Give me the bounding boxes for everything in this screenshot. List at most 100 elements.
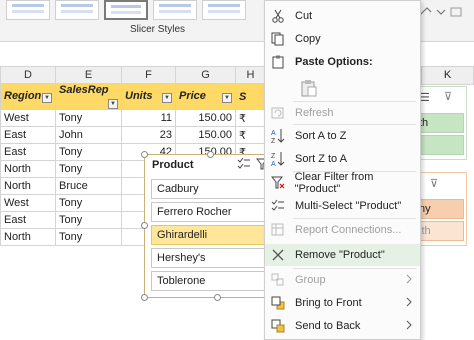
cell[interactable]: East: [0, 126, 56, 144]
column-header-d[interactable]: D: [0, 66, 56, 84]
green-slicer-item[interactable]: [414, 135, 464, 155]
menu-item-multi-select[interactable]: Multi-Select "Product": [265, 195, 420, 217]
sort-ascending-icon: AZ: [265, 128, 291, 144]
column-header-e[interactable]: E: [55, 66, 122, 84]
resize-handle[interactable]: [207, 151, 214, 158]
multi-select-icon[interactable]: [237, 158, 251, 170]
cell[interactable]: North: [0, 177, 56, 195]
svg-text:A: A: [271, 130, 276, 137]
menu-item-bring-to-front[interactable]: Bring to Front: [265, 292, 420, 314]
svg-text:A: A: [271, 161, 276, 167]
header-units[interactable]: Units ▼: [121, 83, 176, 110]
cell[interactable]: East: [0, 211, 56, 229]
cell[interactable]: East: [0, 143, 56, 161]
menu-item-paste-options: Paste Options:: [265, 51, 420, 73]
slicer-item[interactable]: Toblerone: [151, 271, 269, 291]
slicer-item[interactable]: Ferrero Rocher: [151, 202, 269, 222]
column-header-f[interactable]: F: [121, 66, 176, 84]
table-row: West Tony 11 150.00 ₹: [0, 109, 266, 127]
column-header-g[interactable]: G: [175, 66, 236, 84]
slicer-style-swatch-selected[interactable]: [104, 0, 148, 20]
cell[interactable]: Tony: [55, 160, 122, 178]
bring-to-front-icon: [265, 296, 291, 310]
clear-filter-icon[interactable]: ⊽: [430, 177, 438, 190]
sort-descending-icon: ZA: [265, 151, 291, 167]
menu-item-send-to-back[interactable]: Send to Back: [265, 315, 420, 337]
menu-item-cut[interactable]: Cut: [265, 5, 420, 27]
scissors-icon: [265, 9, 291, 23]
cell[interactable]: ₹: [235, 109, 266, 127]
filter-dropdown-icon[interactable]: ▼: [108, 99, 118, 109]
cell[interactable]: 150.00: [175, 109, 236, 127]
menu-item-sort-z-a[interactable]: ZA Sort Z to A: [265, 148, 420, 170]
paste-option-icon[interactable]: [301, 79, 317, 97]
slicer-style-swatch[interactable]: [153, 0, 197, 20]
orange-slicer-item[interactable]: ith: [414, 221, 464, 241]
menu-item-refresh[interactable]: Refresh: [265, 102, 420, 124]
resize-handle[interactable]: [214, 294, 221, 301]
svg-text:Z: Z: [271, 138, 276, 144]
slicer-item[interactable]: Hershey's: [151, 248, 269, 268]
filter-dropdown-icon[interactable]: ▼: [42, 93, 52, 103]
cell[interactable]: Tony: [55, 109, 122, 127]
ribbon-right-controls[interactable]: [415, 4, 465, 20]
slicer-item-selected[interactable]: Ghirardelli: [151, 225, 269, 245]
column-header-h[interactable]: H: [235, 66, 266, 84]
slicer-style-swatch[interactable]: [6, 0, 50, 20]
cell[interactable]: 11: [121, 109, 176, 127]
orange-slicer-item[interactable]: ny: [414, 199, 464, 219]
menu-item-clear-filter[interactable]: Clear Filter from "Product": [265, 171, 420, 195]
submenu-arrow-icon: [406, 297, 412, 307]
cell[interactable]: Tony: [55, 143, 122, 161]
cell[interactable]: North: [0, 228, 56, 246]
menu-item-group[interactable]: Group: [265, 269, 420, 291]
cell[interactable]: West: [0, 194, 56, 212]
paste-icon: [265, 55, 291, 69]
cell[interactable]: Tony: [55, 228, 122, 246]
product-slicer[interactable]: Product Cadbury Ferrero Rocher Ghirardel…: [144, 154, 276, 298]
cell[interactable]: West: [0, 109, 56, 127]
header-label: SalesRep: [59, 84, 109, 97]
clear-filter-icon[interactable]: ⊽: [444, 90, 452, 103]
menu-item-remove[interactable]: Remove "Product": [265, 244, 420, 266]
svg-text:Z: Z: [271, 153, 276, 160]
cell[interactable]: 23: [121, 126, 176, 144]
menu-item-label: Copy: [295, 33, 321, 45]
cell[interactable]: ₹: [235, 126, 266, 144]
refresh-icon: [265, 106, 291, 120]
menu-item-label: Report Connections...: [295, 224, 402, 236]
menu-item-report-connections[interactable]: Report Connections...: [265, 219, 420, 241]
cell[interactable]: Tony: [55, 211, 122, 229]
slicer-style-swatch[interactable]: [55, 0, 99, 20]
resize-handle[interactable]: [141, 222, 148, 229]
slicer-style-swatch[interactable]: [202, 0, 246, 20]
header-label: Units: [125, 90, 153, 102]
menu-item-label: Group: [295, 274, 326, 286]
column-header-k[interactable]: K: [421, 66, 474, 85]
header-salesrep[interactable]: SalesRep ▼: [55, 83, 122, 110]
slicer-item[interactable]: Cadbury: [151, 179, 269, 199]
header-region[interactable]: Region ▼: [0, 83, 56, 110]
cell[interactable]: 150.00: [175, 126, 236, 144]
menu-item-sort-a-z[interactable]: AZ Sort A to Z: [265, 125, 420, 147]
menu-item-copy[interactable]: Copy: [265, 28, 420, 50]
filter-dropdown-icon[interactable]: ▼: [162, 93, 172, 103]
menu-item-label: Refresh: [295, 107, 334, 119]
remove-x-icon: [265, 248, 291, 262]
cell[interactable]: North: [0, 160, 56, 178]
cell[interactable]: Bruce: [55, 177, 122, 195]
header-sales[interactable]: S: [235, 83, 266, 110]
resize-handle[interactable]: [141, 151, 148, 158]
multi-select-icon[interactable]: ☰: [420, 91, 430, 104]
menu-item-label: Bring to Front: [295, 297, 362, 309]
cell[interactable]: Tony: [55, 194, 122, 212]
cell[interactable]: John: [55, 126, 122, 144]
header-label: Price: [179, 90, 206, 102]
menu-item-label: Paste Options:: [295, 56, 373, 68]
menu-item-label: Clear Filter from "Product": [294, 171, 374, 195]
resize-handle[interactable]: [141, 294, 148, 301]
green-slicer-item[interactable]: th: [414, 113, 464, 133]
filter-dropdown-icon[interactable]: ▼: [222, 93, 232, 103]
table-header-row: Region ▼ SalesRep ▼ Units ▼ Price ▼ S: [0, 83, 266, 110]
header-price[interactable]: Price ▼: [175, 83, 236, 110]
